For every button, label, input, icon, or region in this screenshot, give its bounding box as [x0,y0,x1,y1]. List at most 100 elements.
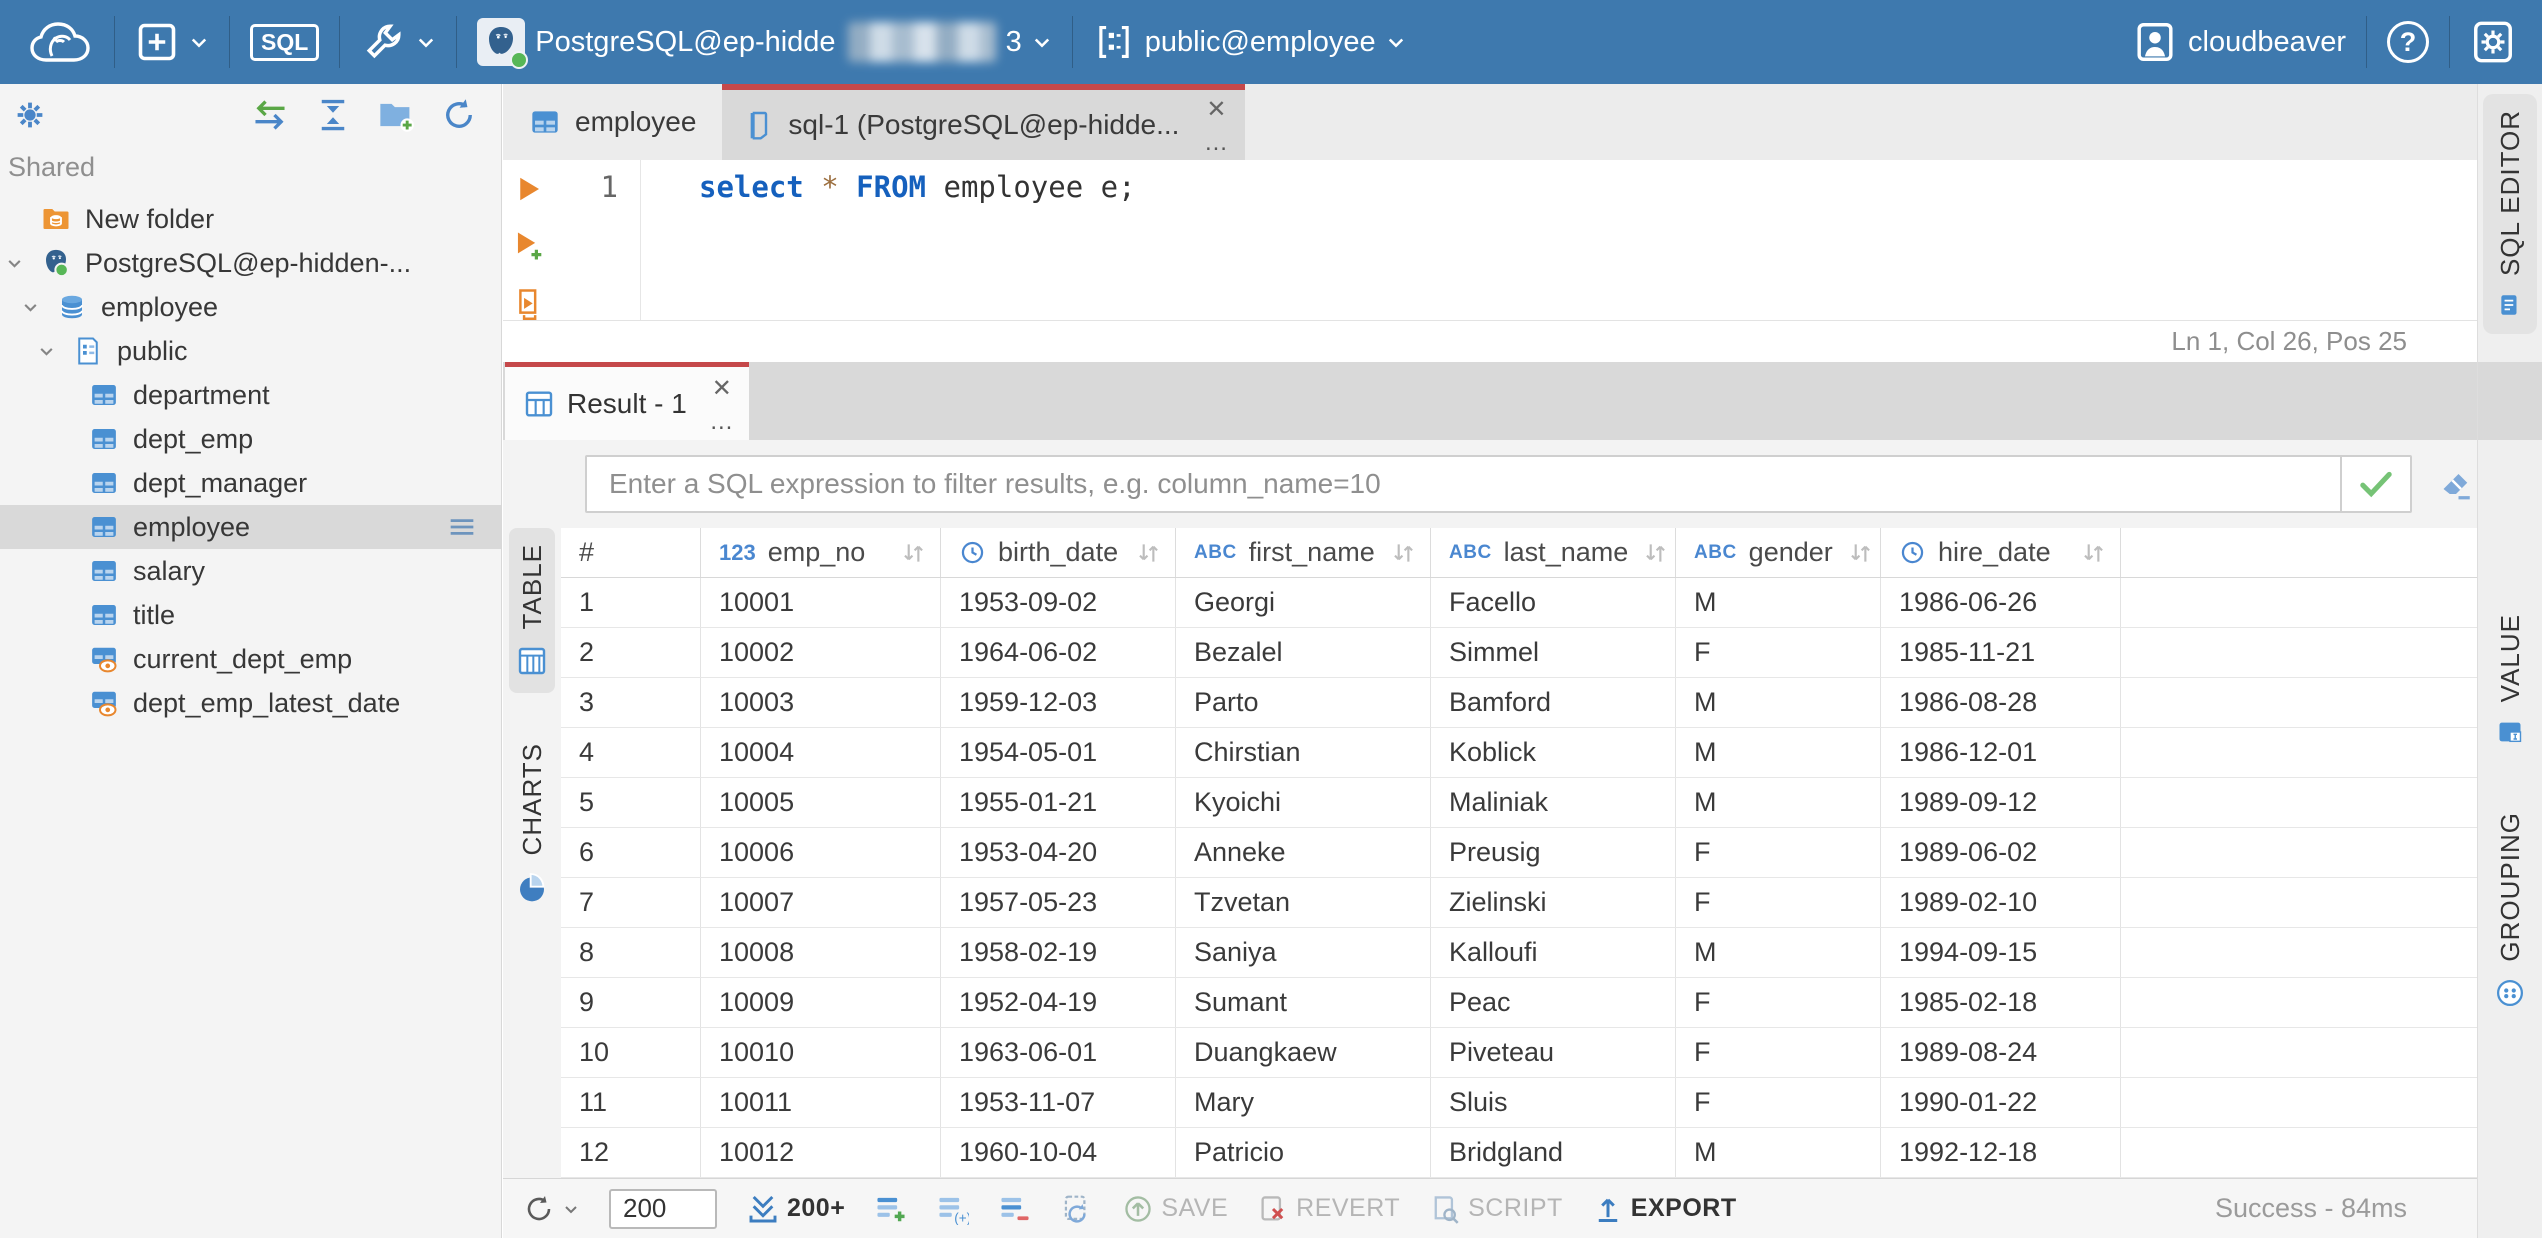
tab-value-panel[interactable]: VALUE [2483,585,2537,775]
chevron-down-icon[interactable] [38,343,72,360]
cell[interactable]: 1952-04-19 [941,978,1176,1027]
cell[interactable]: 1990-01-22 [1881,1078,2121,1127]
cell[interactable]: Kyoichi [1176,778,1431,827]
tab-result-1[interactable]: Result - 1 ✕ ... [505,362,749,440]
sort-icon[interactable] [1388,540,1418,566]
tab-grouping-panel[interactable]: GROUPING [2483,790,2537,1030]
tree-item-postgresql-ep-hidden-[interactable]: PostgreSQL@ep-hidden-... [0,241,501,285]
cell[interactable]: M [1676,578,1881,627]
cell[interactable]: Patricio [1176,1128,1431,1177]
cell[interactable]: 1955-01-21 [941,778,1176,827]
cloudbeaver-logo[interactable] [26,16,94,68]
cell[interactable]: M [1676,678,1881,727]
tree-item-dept-manager[interactable]: dept_manager [0,461,501,505]
cell[interactable]: Sluis [1431,1078,1676,1127]
cell[interactable]: 1953-04-20 [941,828,1176,877]
tree-item-public[interactable]: public [0,329,501,373]
cell[interactable]: Piveteau [1431,1028,1676,1077]
cell[interactable]: 1959-12-03 [941,678,1176,727]
column-header-emp_no[interactable]: 123 emp_no [701,528,941,577]
cell[interactable]: 10008 [701,928,941,977]
sync-connection-button[interactable] [251,98,289,132]
help-button[interactable]: ? [2387,21,2429,63]
cell[interactable]: Bridgland [1431,1128,1676,1177]
cell[interactable]: Facello [1431,578,1676,627]
tab-employee[interactable]: employee [503,84,722,160]
cell[interactable]: 10001 [701,578,941,627]
cell[interactable]: M [1676,728,1881,777]
column-header-hire_date[interactable]: hire_date [1881,528,2121,577]
tree-item-employee[interactable]: employee [0,285,501,329]
cell[interactable]: 1986-08-28 [1881,678,2121,727]
cell[interactable]: 1964-06-02 [941,628,1176,677]
tree-item-department[interactable]: department [0,373,501,417]
cell[interactable]: 1953-09-02 [941,578,1176,627]
cell[interactable]: 1992-12-18 [1881,1128,2121,1177]
cell[interactable]: 10010 [701,1028,941,1077]
fetch-next-page-button[interactable]: 200+ [747,1193,845,1225]
cell[interactable]: 10009 [701,978,941,1027]
cell[interactable]: 1989-08-24 [1881,1028,2121,1077]
cell[interactable]: M [1676,778,1881,827]
sort-icon[interactable] [2078,540,2108,566]
save-button[interactable]: SAVE [1123,1194,1228,1224]
cell[interactable]: 10002 [701,628,941,677]
user-menu[interactable]: cloudbeaver [2132,19,2346,65]
tree-item-dept-emp-latest-date[interactable]: dept_emp_latest_date [0,681,501,725]
cell[interactable]: 1989-09-12 [1881,778,2121,827]
refresh-result-button[interactable] [523,1193,579,1225]
cell[interactable]: Parto [1176,678,1431,727]
cell[interactable]: 1985-02-18 [1881,978,2121,1027]
row-menu-icon[interactable] [445,510,479,544]
tree-item-dept-emp[interactable]: dept_emp [0,417,501,461]
cell[interactable]: 1957-05-23 [941,878,1176,927]
tree-item-employee[interactable]: employee [0,505,501,549]
cell[interactable]: 1985-11-21 [1881,628,2121,677]
cell[interactable]: Peac [1431,978,1676,1027]
cell[interactable]: 10012 [701,1128,941,1177]
sql-code[interactable]: select * FROM employee e; [641,160,1136,320]
cell[interactable]: Mary [1176,1078,1431,1127]
tree-item-new-folder[interactable]: New folder [0,197,501,241]
tree-item-current-dept-emp[interactable]: current_dept_emp [0,637,501,681]
cell[interactable]: Georgi [1176,578,1431,627]
sort-icon[interactable] [1640,540,1670,566]
column-header-gender[interactable]: ABC gender [1676,528,1881,577]
column-header-index[interactable]: # [561,528,701,577]
connection-selector[interactable]: PostgreSQL@ep-hidde 3 [477,18,1051,69]
cell[interactable]: F [1676,828,1881,877]
cell[interactable]: 1958-02-19 [941,928,1176,977]
cell[interactable]: M [1676,928,1881,977]
close-icon[interactable]: ✕ [712,376,732,401]
collapse-all-button[interactable] [315,97,351,133]
script-button[interactable]: SCRIPT [1430,1194,1563,1224]
column-header-last_name[interactable]: ABC last_name [1431,528,1676,577]
cell[interactable]: F [1676,628,1881,677]
column-header-first_name[interactable]: ABC first_name [1176,528,1431,577]
execute-query-button[interactable] [514,174,544,204]
cell[interactable]: Bezalel [1176,628,1431,677]
delete-row-button[interactable] [999,1193,1031,1225]
new-folder-button[interactable] [377,98,415,132]
cell[interactable]: F [1676,978,1881,1027]
cell[interactable]: Preusig [1431,828,1676,877]
cell[interactable]: F [1676,878,1881,927]
cell[interactable]: 1953-11-07 [941,1078,1176,1127]
cell[interactable]: Bamford [1431,678,1676,727]
revert-button[interactable]: REVERT [1258,1194,1400,1224]
cell[interactable]: 1994-09-15 [1881,928,2121,977]
cell[interactable]: 10005 [701,778,941,827]
cell[interactable]: Koblick [1431,728,1676,777]
filter-input[interactable] [587,457,2340,511]
cell[interactable]: F [1676,1078,1881,1127]
refresh-tree-button[interactable] [441,97,477,133]
cell[interactable]: 1954-05-01 [941,728,1176,777]
driver-manager-button[interactable] [360,19,436,65]
apply-filter-button[interactable] [2340,457,2410,511]
cell[interactable]: 1989-06-02 [1881,828,2121,877]
chevron-down-icon[interactable] [22,299,56,316]
cell[interactable]: Sumant [1176,978,1431,1027]
add-row-button[interactable] [875,1193,907,1225]
cell[interactable]: 1963-06-01 [941,1028,1176,1077]
cell[interactable]: 10003 [701,678,941,727]
